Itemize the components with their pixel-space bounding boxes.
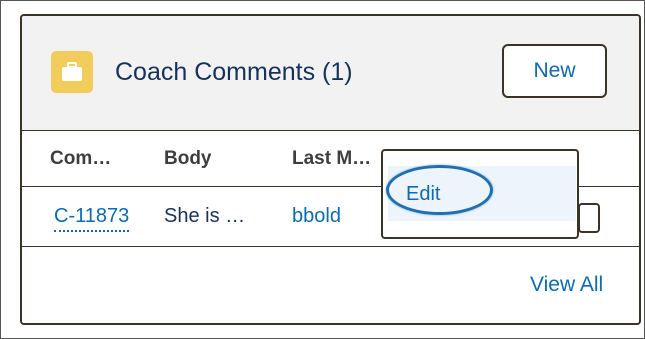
row-action-button[interactable] [578,203,600,233]
new-button[interactable]: New [502,44,607,98]
record-name-link[interactable]: C-11873 [54,205,130,232]
briefcase-icon [51,51,93,93]
column-header-last-modified[interactable]: Last M… [292,148,371,170]
view-all-link[interactable]: View All [530,273,603,297]
card-header: Coach Comments (1) New [22,16,639,131]
row-divider [22,246,639,247]
body-cell: She is … [164,205,246,227]
column-header-name[interactable]: Com… [50,148,111,170]
column-header-body[interactable]: Body [164,148,212,170]
card-title: Coach Comments (1) [115,58,353,86]
last-modified-link[interactable]: bbold [292,205,341,228]
highlight-callout [386,165,493,215]
